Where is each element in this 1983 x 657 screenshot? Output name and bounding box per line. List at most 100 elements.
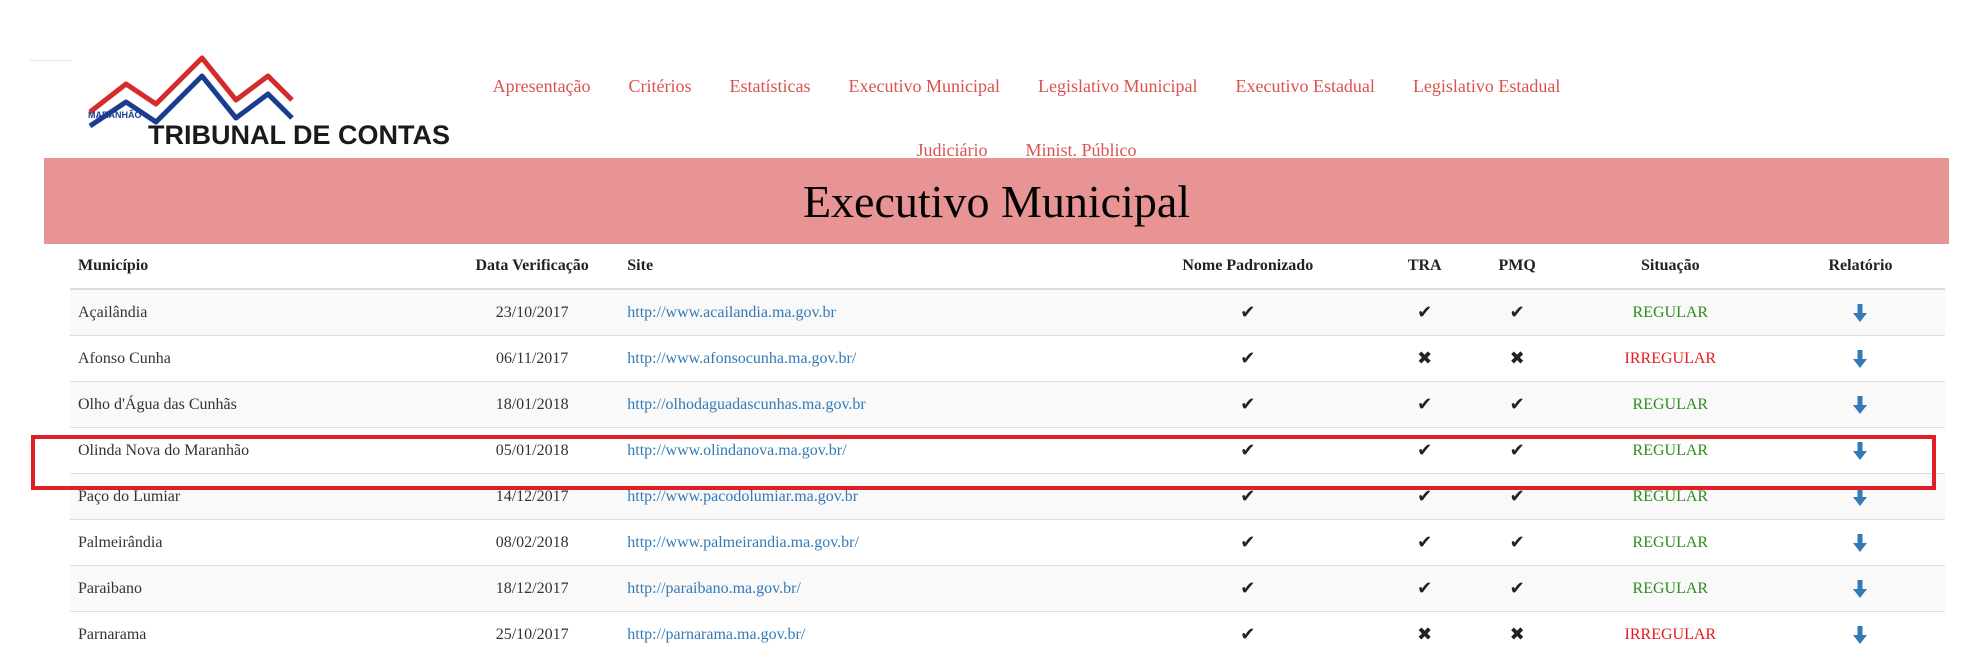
cell-data: 06/11/2017 [445, 336, 619, 382]
cell-pmq: ✔ [1470, 520, 1565, 566]
cell-situacao: REGULAR [1565, 520, 1776, 566]
logo-name-text: TRIBUNAL DE CONTAS [148, 120, 450, 146]
col-nome-padronizado[interactable]: Nome Padronizado [1116, 244, 1380, 289]
download-arrow-icon[interactable] [1852, 579, 1868, 599]
nav-executivo-municipal[interactable]: Executivo Municipal [830, 54, 1019, 118]
cell-tra: ✔ [1380, 382, 1470, 428]
cell-pmq: ✔ [1470, 428, 1565, 474]
col-municipio[interactable]: Município [70, 244, 445, 289]
download-arrow-icon[interactable] [1852, 533, 1868, 553]
nav-executivo-estadual[interactable]: Executivo Estadual [1216, 54, 1393, 118]
cell-relatorio [1776, 520, 1945, 566]
status-mark-icon: ✔ [1240, 532, 1255, 553]
cell-site: http://www.acailandia.ma.gov.br [619, 289, 1115, 336]
table-row: Olho d'Água das Cunhãs 18/01/2018 http:/… [70, 382, 1945, 428]
cell-tra: ✖ [1380, 612, 1470, 657]
table-row: Afonso Cunha 06/11/2017 http://www.afons… [70, 336, 1945, 382]
download-arrow-icon[interactable] [1852, 349, 1868, 369]
cell-situacao: REGULAR [1565, 382, 1776, 428]
col-pmq[interactable]: PMQ [1470, 244, 1565, 289]
table-row: Paraibano 18/12/2017 http://paraibano.ma… [70, 566, 1945, 612]
cell-pmq: ✖ [1470, 612, 1565, 657]
table-header-row: Município Data Verificação Site Nome Pad… [70, 244, 1945, 289]
municipios-table: Município Data Verificação Site Nome Pad… [70, 244, 1945, 657]
col-relatorio[interactable]: Relatório [1776, 244, 1945, 289]
site-link[interactable]: http://www.acailandia.ma.gov.br [627, 304, 836, 321]
status-mark-icon: ✖ [1510, 348, 1525, 369]
page-banner: Executivo Municipal [44, 158, 1949, 244]
situacao-badge: REGULAR [1633, 534, 1709, 551]
download-arrow-icon[interactable] [1852, 625, 1868, 645]
cell-site: http://www.afonsocunha.ma.gov.br/ [619, 336, 1115, 382]
cell-situacao: REGULAR [1565, 566, 1776, 612]
cell-situacao: REGULAR [1565, 474, 1776, 520]
cell-municipio: Olinda Nova do Maranhão [70, 428, 445, 474]
cell-tra: ✔ [1380, 566, 1470, 612]
situacao-badge: REGULAR [1633, 442, 1709, 459]
cell-data: 18/01/2018 [445, 382, 619, 428]
cell-pmq: ✔ [1470, 382, 1565, 428]
cell-situacao: IRREGULAR [1565, 612, 1776, 657]
cell-pmq: ✔ [1470, 474, 1565, 520]
table-row: Parnarama 25/10/2017 http://parnarama.ma… [70, 612, 1945, 657]
top-divider [30, 60, 72, 61]
download-arrow-icon[interactable] [1852, 395, 1868, 415]
table-row: Palmeirândia 08/02/2018 http://www.palme… [70, 520, 1945, 566]
status-mark-icon: ✔ [1417, 578, 1432, 599]
download-arrow-icon[interactable] [1852, 487, 1868, 507]
table-row: Açailândia 23/10/2017 http://www.acailan… [70, 289, 1945, 336]
cell-municipio: Afonso Cunha [70, 336, 445, 382]
col-tra[interactable]: TRA [1380, 244, 1470, 289]
status-mark-icon: ✖ [1510, 624, 1525, 645]
table-row: Paço do Lumiar 14/12/2017 http://www.pac… [70, 474, 1945, 520]
site-link[interactable]: http://www.afonsocunha.ma.gov.br/ [627, 350, 856, 367]
nav-criterios[interactable]: Critérios [610, 54, 711, 118]
download-arrow-icon[interactable] [1852, 441, 1868, 461]
cell-nome-padronizado: ✔ [1116, 520, 1380, 566]
status-mark-icon: ✔ [1240, 624, 1255, 645]
status-mark-icon: ✔ [1417, 440, 1432, 461]
site-link[interactable]: http://olhodaguadascunhas.ma.gov.br [627, 396, 865, 413]
cell-data: 23/10/2017 [445, 289, 619, 336]
cell-data: 05/01/2018 [445, 428, 619, 474]
cell-data: 18/12/2017 [445, 566, 619, 612]
cell-site: http://olhodaguadascunhas.ma.gov.br [619, 382, 1115, 428]
logo-state-text: MARANHÃO [88, 110, 142, 120]
status-mark-icon: ✔ [1510, 440, 1525, 461]
site-link[interactable]: http://www.pacodolumiar.ma.gov.br [627, 488, 858, 505]
cell-municipio: Paraibano [70, 566, 445, 612]
cell-tra: ✔ [1380, 474, 1470, 520]
status-mark-icon: ✔ [1240, 578, 1255, 599]
nav-legislativo-municipal[interactable]: Legislativo Municipal [1019, 54, 1216, 118]
nav-apresentacao[interactable]: Apresentação [474, 54, 610, 118]
col-situacao[interactable]: Situação [1565, 244, 1776, 289]
cell-nome-padronizado: ✔ [1116, 382, 1380, 428]
site-link[interactable]: http://www.olindanova.ma.gov.br/ [627, 442, 846, 459]
site-link[interactable]: http://parnarama.ma.gov.br/ [627, 626, 805, 643]
site-link[interactable]: http://www.palmeirandia.ma.gov.br/ [627, 534, 859, 551]
tce-logo[interactable]: MARANHÃO TRIBUNAL DE CONTAS [86, 54, 476, 146]
site-link[interactable]: http://paraibano.ma.gov.br/ [627, 580, 801, 597]
cell-situacao: REGULAR [1565, 428, 1776, 474]
download-arrow-icon[interactable] [1852, 303, 1868, 323]
col-data-verificacao[interactable]: Data Verificação [445, 244, 619, 289]
cell-relatorio [1776, 428, 1945, 474]
page-title: Executivo Municipal [803, 175, 1190, 228]
situacao-badge: IRREGULAR [1625, 350, 1717, 367]
cell-tra: ✔ [1380, 428, 1470, 474]
cell-relatorio [1776, 566, 1945, 612]
cell-relatorio [1776, 382, 1945, 428]
status-mark-icon: ✔ [1510, 532, 1525, 553]
status-mark-icon: ✔ [1417, 302, 1432, 323]
cell-pmq: ✔ [1470, 566, 1565, 612]
col-site[interactable]: Site [619, 244, 1115, 289]
nav-legislativo-estadual[interactable]: Legislativo Estadual [1394, 54, 1579, 118]
cell-site: http://parnarama.ma.gov.br/ [619, 612, 1115, 657]
cell-site: http://www.olindanova.ma.gov.br/ [619, 428, 1115, 474]
nav-estatisticas[interactable]: Estatísticas [711, 54, 830, 118]
cell-situacao: IRREGULAR [1565, 336, 1776, 382]
cell-tra: ✖ [1380, 336, 1470, 382]
status-mark-icon: ✔ [1510, 486, 1525, 507]
cell-pmq: ✔ [1470, 289, 1565, 336]
cell-site: http://paraibano.ma.gov.br/ [619, 566, 1115, 612]
